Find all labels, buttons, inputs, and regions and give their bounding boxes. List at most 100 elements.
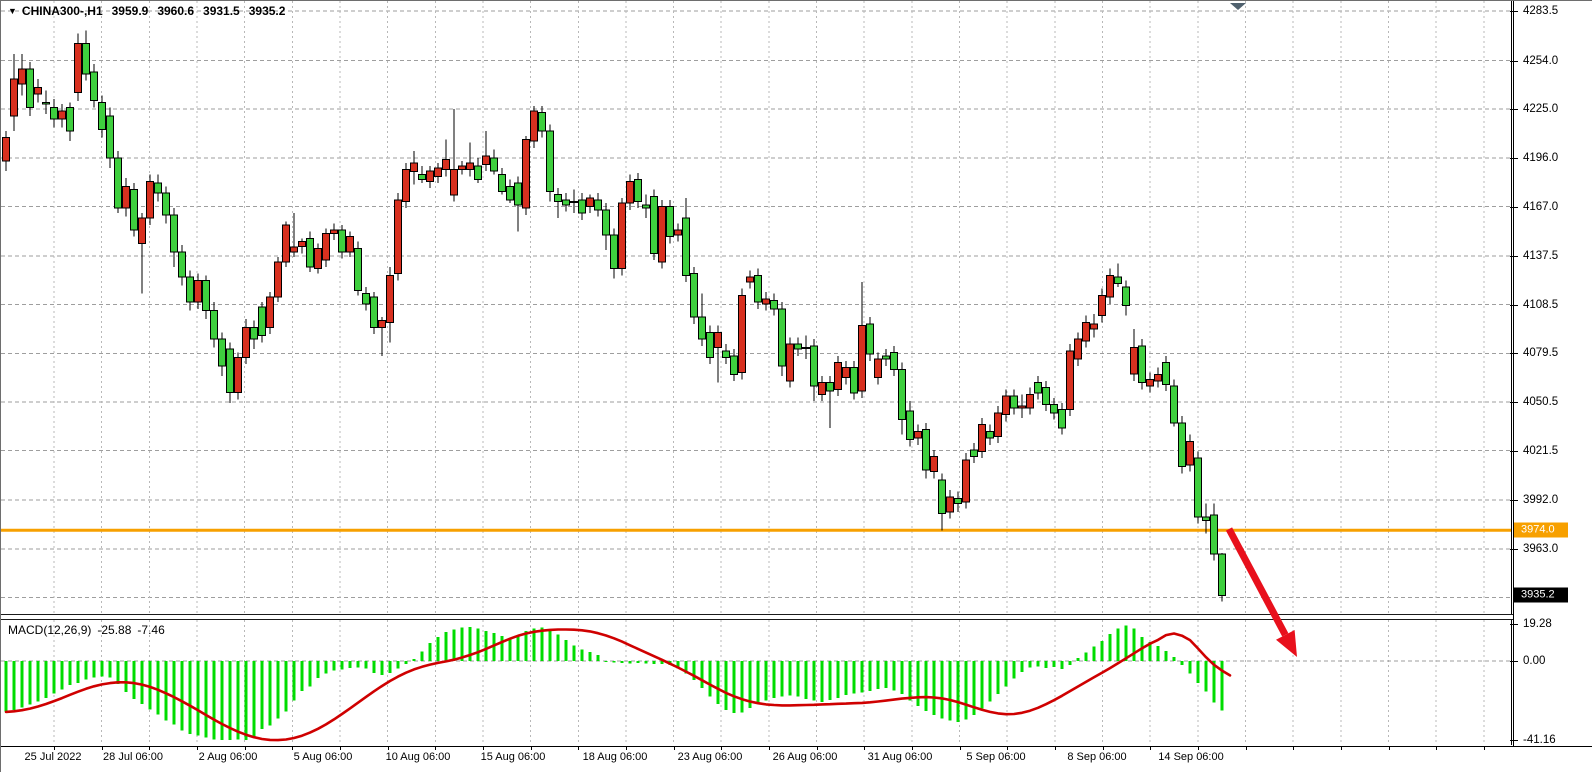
price-tick [1510,11,1518,12]
candle-body [1083,322,1090,341]
macd-tick [1510,624,1518,625]
candle-body [755,275,762,302]
candle-body [411,163,418,171]
candle-body [547,131,554,191]
candle-body [1203,517,1210,520]
macd-bar [557,635,560,661]
candle-body [699,317,706,339]
time-tick [578,746,579,750]
macd-bar [77,661,80,683]
macd-bar [597,655,600,661]
candle-body [307,238,314,267]
time-tick [531,746,532,750]
price-tick [1510,451,1518,452]
candle-body [571,202,578,203]
time-tick [149,746,150,750]
candle-body [19,69,26,84]
macd-bar [1197,661,1200,683]
candle-body [1067,351,1074,410]
macd-bar [1045,661,1048,668]
price-axis-label: 4196.0 [1523,152,1558,164]
time-axis[interactable]: 25 Jul 202228 Jul 06:002 Aug 06:005 Aug … [1,746,1592,772]
candle-body [451,170,458,195]
candle-body [363,294,370,304]
macd-bar [613,661,616,663]
macd-bar [53,661,56,694]
candle-body [611,235,618,269]
price-axis[interactable]: 4283.54254.04225.04196.04167.04137.54108… [1513,1,1592,746]
candle-body [763,299,770,304]
candle-body [635,180,642,202]
price-tick [1510,402,1518,403]
macd-bar [101,661,104,676]
candle-body [403,170,410,202]
macd-bar [901,661,904,694]
hline-price-badge: 3974.0 [1514,523,1568,538]
candle-body [1019,406,1026,408]
time-tick [54,746,55,750]
macd-bar [581,650,584,662]
macd-bar [85,661,88,680]
time-tick [769,746,770,750]
candle-body [299,242,306,247]
time-tick [960,746,961,750]
macd-bar [1029,661,1032,668]
candle-body [1115,277,1122,284]
time-axis-label: 26 Aug 06:00 [773,751,838,763]
candle-body [1075,339,1082,359]
candle-body [75,44,82,93]
main-price-panel[interactable] [1,1,1513,614]
candle-body [67,108,74,132]
candle-body [683,218,690,275]
time-tick [1150,746,1151,750]
price-axis-label: 3963.0 [1523,543,1558,555]
macd-bar [1093,647,1096,661]
candle-body [803,347,810,348]
macd-bar [213,661,216,740]
macd-name: MACD(12,26,9) [8,623,91,637]
time-tick [245,746,246,750]
macd-bar [1213,661,1216,702]
macd-bar [149,661,152,709]
time-tick [435,746,436,750]
price-tick [1510,61,1518,62]
price-tick [1510,549,1518,550]
symbol-dropdown-icon[interactable]: ▼ [8,6,17,16]
price-axis-label: 4021.5 [1523,445,1558,457]
macd-bar [885,661,888,688]
candle-body [651,196,658,253]
candle-body [267,297,274,327]
candle-body [523,139,530,208]
macd-bar [197,661,200,736]
time-tick [292,746,293,750]
macd-bar [1205,661,1208,692]
time-tick [1007,746,1008,750]
candle-body [1139,346,1146,383]
time-axis-label: 31 Aug 06:00 [868,751,933,763]
macd-bar [573,645,576,661]
candle-body [979,425,986,452]
candle-body [891,353,898,370]
candle-body [1187,441,1194,465]
candle-body [99,103,106,130]
candle-body [323,233,330,260]
macd-bar [1013,661,1016,679]
candle-body [499,175,506,192]
macd-bar [93,661,96,678]
macd-bar [389,661,392,673]
macd-bar [781,661,784,697]
macd-indicator-panel[interactable] [1,620,1513,746]
candle-body [1131,347,1138,374]
macd-bar [293,661,296,700]
ohlc-close: 3935.2 [249,4,286,18]
time-axis-label: 14 Sep 06:00 [1158,751,1223,763]
candle-body [899,369,906,419]
macd-bar [997,661,1000,694]
candle-body [715,332,722,347]
scroll-to-end-marker-icon[interactable] [1230,3,1246,10]
macd-bar [333,661,336,671]
macd-bar [701,661,704,688]
macd-bar [165,661,168,721]
price-axis-label: 4254.0 [1523,55,1558,67]
price-tick [1510,109,1518,110]
